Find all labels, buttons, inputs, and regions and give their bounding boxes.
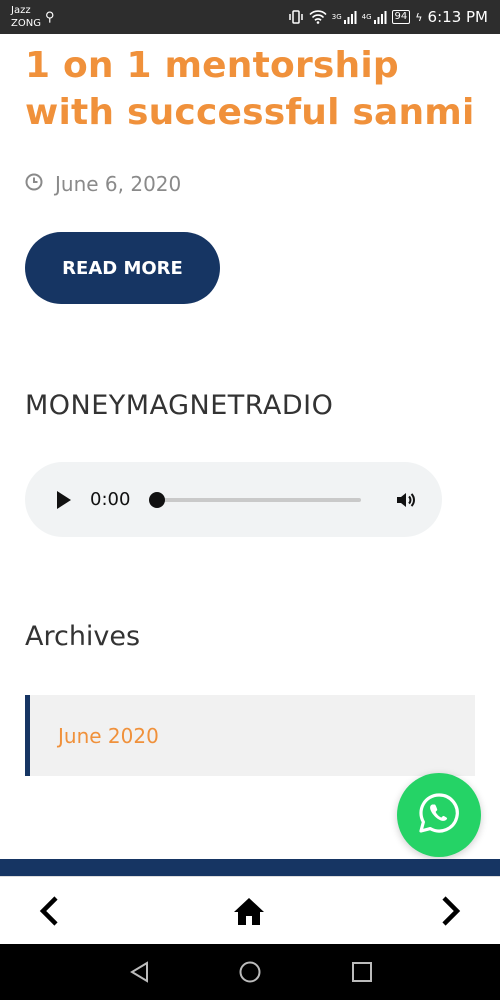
archive-link[interactable]: June 2020: [58, 724, 159, 748]
archive-list-item[interactable]: June 2020: [25, 695, 475, 776]
audio-current-time: 0:00: [90, 489, 131, 510]
status-icons: 3G 4G 94 ϟ 6:13 PM: [288, 8, 488, 26]
read-more-button[interactable]: READ MORE: [25, 232, 220, 304]
clock-icon: [25, 172, 43, 196]
whatsapp-icon: [416, 790, 462, 841]
chevron-right-icon[interactable]: [434, 895, 466, 927]
archives-widget-title: Archives: [25, 621, 141, 652]
footer-strip: [0, 859, 500, 876]
post-date: June 6, 2020: [25, 172, 181, 196]
radio-widget-title: MONEYMAGNETRADIO: [25, 390, 334, 421]
signal-1-label: 3G: [331, 13, 342, 21]
audio-progress-thumb[interactable]: [149, 492, 165, 508]
home-icon[interactable]: [233, 895, 265, 927]
volume-icon[interactable]: [394, 488, 418, 512]
system-home-icon[interactable]: [238, 960, 262, 984]
whatsapp-button[interactable]: [397, 773, 481, 857]
status-bar: Jazz ZONG ⚲ 3G 4G 94 ϟ 6:13 PM: [0, 0, 500, 34]
charging-icon: ϟ: [415, 10, 423, 24]
signal-icon-2: 4G: [362, 10, 387, 24]
carrier-label: Jazz ZONG: [11, 4, 41, 30]
post-title[interactable]: 1 on 1 mentorship with successful sanmi: [25, 42, 485, 136]
carrier-line-2: ZONG: [11, 18, 41, 29]
audio-player: 0:00: [25, 462, 442, 537]
status-time: 6:13 PM: [427, 8, 488, 26]
vibrate-icon: [288, 9, 304, 25]
audio-progress-track[interactable]: [155, 498, 361, 502]
signal-icon-1: 3G: [332, 10, 357, 24]
play-icon[interactable]: [55, 490, 73, 510]
system-recents-icon[interactable]: [350, 960, 374, 984]
carrier-line-1: Jazz: [11, 5, 31, 16]
signal-2-label: 4G: [361, 13, 372, 21]
android-nav-bar: [0, 944, 500, 1000]
battery-indicator: 94: [391, 10, 411, 24]
post-date-text: June 6, 2020: [55, 172, 182, 196]
chevron-left-icon[interactable]: [34, 895, 66, 927]
usb-icon: ⚲: [45, 9, 55, 24]
browser-nav-bar: [0, 876, 500, 944]
wifi-icon: [309, 10, 327, 24]
system-back-icon[interactable]: [128, 960, 152, 984]
